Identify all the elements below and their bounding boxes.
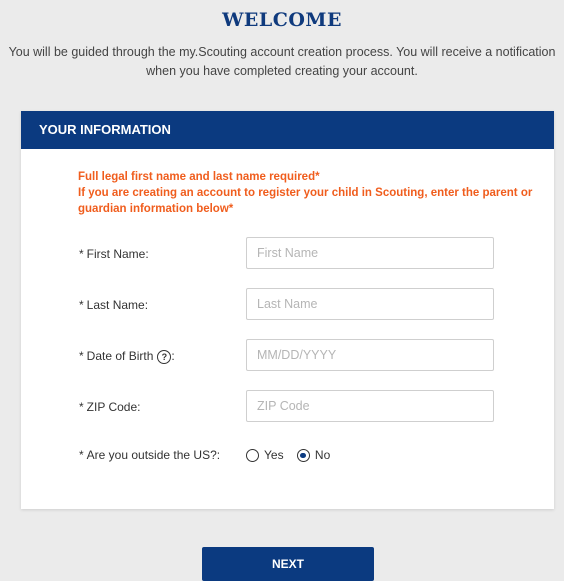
required-notice: Full legal first name and last name requ…	[78, 169, 543, 217]
first-name-label: * First Name:	[79, 237, 149, 271]
label-colon: :	[145, 247, 149, 261]
notice-parent-guardian: If you are creating an account to regist…	[78, 187, 533, 215]
radio-no-label[interactable]: No	[315, 448, 330, 462]
required-mark: *	[79, 247, 84, 261]
page-title: WELCOME	[222, 9, 342, 31]
notice-legal-name: Full legal first name and last name requ…	[78, 171, 320, 183]
last-name-input[interactable]	[246, 288, 494, 320]
outside-us-radio-group: Yes No	[246, 438, 340, 472]
first-name-input[interactable]	[246, 237, 494, 269]
question-circle-icon[interactable]: ?	[157, 349, 172, 364]
radio-yes-label[interactable]: Yes	[264, 448, 284, 462]
radio-yes[interactable]	[246, 449, 259, 463]
zip-code-input[interactable]	[246, 390, 494, 422]
zip-label-text: ZIP Code	[86, 400, 138, 414]
card-header: YOUR INFORMATION	[21, 111, 554, 149]
outside-us-label: * Are you outside the US?:	[79, 438, 220, 472]
radio-option-yes[interactable]: Yes	[246, 438, 284, 472]
required-mark: *	[79, 400, 84, 414]
required-mark: *	[79, 349, 84, 363]
zip-label: * ZIP Code:	[79, 390, 141, 424]
first-name-row: * First Name:	[79, 237, 539, 271]
outside-us-row: * Are you outside the US?: Yes No	[79, 438, 539, 472]
dob-label: * Date of Birth?:	[79, 339, 175, 373]
radio-option-no[interactable]: No	[296, 438, 330, 472]
outside-us-label-text: Are you outside the US?	[86, 448, 217, 462]
radio-no[interactable]	[296, 449, 310, 463]
label-colon: :	[144, 298, 149, 312]
dob-row: * Date of Birth?:	[79, 339, 539, 373]
next-button[interactable]: NEXT	[202, 547, 374, 581]
required-mark: *	[79, 448, 84, 462]
label-colon: :	[137, 400, 141, 414]
first-name-label-text: First Name	[86, 247, 146, 261]
last-name-row: * Last Name:	[79, 288, 539, 322]
required-mark: *	[79, 298, 84, 312]
label-colon: :	[216, 448, 221, 462]
date-of-birth-input[interactable]	[246, 339, 494, 371]
zip-row: * ZIP Code:	[79, 390, 539, 424]
label-colon: :	[171, 349, 175, 363]
dob-label-text: Date of Birth	[86, 349, 154, 363]
last-name-label: * Last Name:	[79, 288, 148, 322]
intro-text: You will be guided through the my.Scouti…	[8, 45, 556, 78]
last-name-label-text: Last Name	[86, 298, 145, 312]
your-information-card: YOUR INFORMATION Full legal first name a…	[21, 111, 554, 509]
